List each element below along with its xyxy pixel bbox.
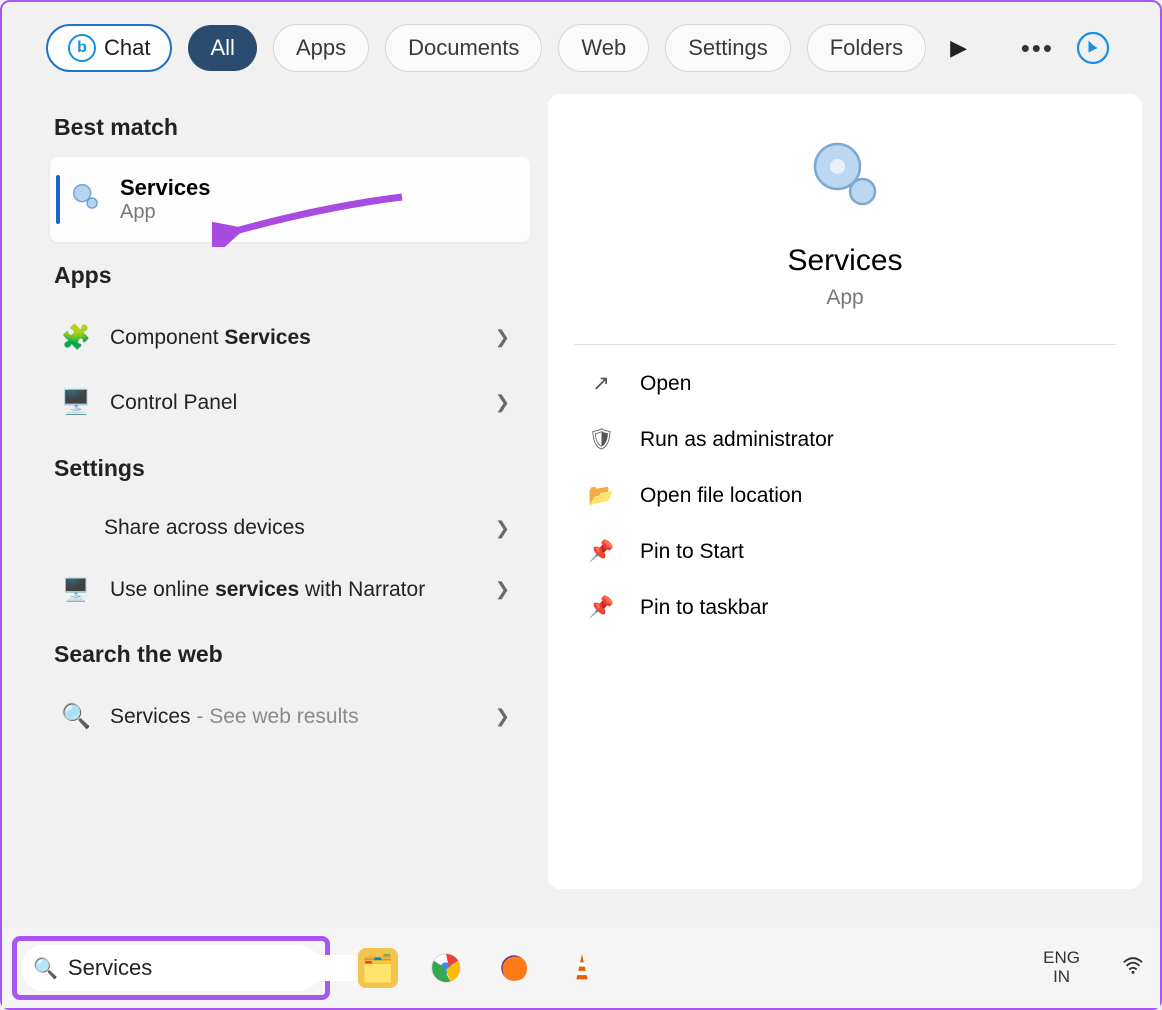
best-match-services[interactable]: Services App bbox=[50, 157, 530, 242]
preview-title: Services bbox=[574, 244, 1116, 278]
action-open[interactable]: ↗ Open bbox=[574, 355, 1116, 412]
services-gear-icon bbox=[68, 179, 102, 221]
language-indicator[interactable]: ENG IN bbox=[1043, 949, 1088, 986]
action-label: Pin to taskbar bbox=[640, 596, 768, 620]
best-match-title: Services bbox=[120, 175, 211, 201]
taskbar-search-box[interactable]: 🔍 bbox=[21, 945, 321, 991]
taskbar-search-input[interactable] bbox=[68, 955, 356, 981]
folder-icon: 📂 bbox=[588, 484, 614, 508]
component-services-icon: 🧩 bbox=[60, 323, 92, 352]
result-share-across-devices[interactable]: Share across devices ❯ bbox=[50, 498, 530, 558]
action-pin-taskbar[interactable]: 📌 Pin to taskbar bbox=[574, 580, 1116, 636]
taskbar: 🔍 🗂️ ENG IN bbox=[2, 928, 1160, 1008]
taskbar-vlc-icon[interactable] bbox=[562, 948, 602, 988]
search-web-header: Search the web bbox=[54, 641, 530, 668]
result-label: Control Panel bbox=[110, 391, 237, 415]
control-panel-icon: 🖥️ bbox=[60, 388, 92, 417]
result-web-services[interactable]: 🔍 Services - See web results ❯ bbox=[50, 684, 530, 749]
tab-documents[interactable]: Documents bbox=[385, 24, 542, 72]
bing-icon bbox=[1075, 30, 1111, 66]
narrator-icon: 🖥️ bbox=[60, 577, 92, 603]
lang-primary: ENG bbox=[1043, 949, 1080, 968]
result-control-panel[interactable]: 🖥️ Control Panel ❯ bbox=[50, 370, 530, 435]
preview-gear-icon bbox=[805, 134, 885, 214]
lang-secondary: IN bbox=[1043, 968, 1080, 987]
action-label: Run as administrator bbox=[640, 428, 834, 452]
result-label: Share across devices bbox=[60, 516, 305, 540]
results-column: Best match Services App Apps 🧩 Component… bbox=[20, 94, 530, 889]
tab-apps[interactable]: Apps bbox=[273, 24, 369, 72]
taskbar-firefox-icon[interactable] bbox=[494, 948, 534, 988]
action-label: Open bbox=[640, 372, 691, 396]
best-match-header: Best match bbox=[54, 114, 530, 141]
settings-header: Settings bbox=[54, 455, 530, 482]
action-pin-start[interactable]: 📌 Pin to Start bbox=[574, 524, 1116, 580]
result-component-services[interactable]: 🧩 Component Services ❯ bbox=[50, 305, 530, 370]
bing-logo-button[interactable] bbox=[1070, 25, 1116, 71]
pin-icon: 📌 bbox=[588, 596, 614, 620]
tab-settings[interactable]: Settings bbox=[665, 24, 791, 72]
search-icon: 🔍 bbox=[33, 956, 58, 981]
tab-folders[interactable]: Folders bbox=[807, 24, 926, 72]
bing-chat-icon: b bbox=[68, 34, 96, 62]
more-options-icon[interactable]: ••• bbox=[1021, 33, 1054, 64]
chat-label: Chat bbox=[104, 35, 150, 61]
result-online-services-narrator[interactable]: 🖥️ Use online services with Narrator ❯ bbox=[50, 558, 530, 621]
search-icon: 🔍 bbox=[60, 702, 92, 731]
tab-web[interactable]: Web bbox=[558, 24, 649, 72]
action-label: Open file location bbox=[640, 484, 802, 508]
pin-icon: 📌 bbox=[588, 540, 614, 564]
preview-panel: Services App ↗ Open 🛡 Run as administrat… bbox=[548, 94, 1142, 889]
filter-tabs-row: b Chat All Apps Documents Web Settings F… bbox=[2, 2, 1160, 94]
preview-subtitle: App bbox=[574, 286, 1116, 310]
result-label: Use online services with Narrator bbox=[110, 576, 425, 603]
windows-search-panel: b Chat All Apps Documents Web Settings F… bbox=[2, 2, 1160, 928]
taskbar-search-highlight: 🔍 bbox=[12, 936, 330, 1000]
chevron-right-icon: ❯ bbox=[495, 327, 510, 348]
chevron-right-icon: ❯ bbox=[495, 579, 510, 600]
apps-header: Apps bbox=[54, 262, 530, 289]
taskbar-chrome-icon[interactable] bbox=[426, 948, 466, 988]
chevron-right-icon: ❯ bbox=[495, 518, 510, 539]
action-open-location[interactable]: 📂 Open file location bbox=[574, 468, 1116, 524]
best-match-subtitle: App bbox=[120, 201, 211, 224]
tab-all[interactable]: All bbox=[188, 25, 256, 71]
chat-pill[interactable]: b Chat bbox=[46, 24, 172, 72]
divider bbox=[574, 344, 1116, 345]
shield-icon: 🛡 bbox=[588, 428, 614, 452]
open-icon: ↗ bbox=[588, 371, 614, 396]
result-label: Services - See web results bbox=[110, 705, 359, 729]
action-run-admin[interactable]: 🛡 Run as administrator bbox=[574, 412, 1116, 468]
taskbar-file-explorer-icon[interactable]: 🗂️ bbox=[358, 948, 398, 988]
wifi-icon[interactable] bbox=[1116, 954, 1150, 982]
result-label: Component Services bbox=[110, 326, 311, 350]
action-label: Pin to Start bbox=[640, 540, 744, 564]
chevron-right-icon: ❯ bbox=[495, 706, 510, 727]
tabs-overflow-arrow-icon[interactable]: ▶ bbox=[942, 35, 975, 61]
chevron-right-icon: ❯ bbox=[495, 392, 510, 413]
